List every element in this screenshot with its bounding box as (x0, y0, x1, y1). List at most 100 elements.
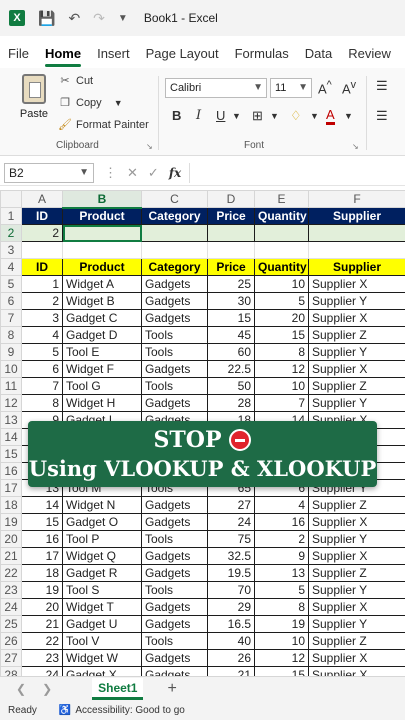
table-cell[interactable]: Supplier Y (308, 394, 405, 412)
tab-file[interactable]: File (0, 40, 37, 68)
table-cell[interactable]: Gadget R (62, 564, 142, 582)
table-cell[interactable]: 20 (21, 598, 63, 616)
table-cell[interactable]: 16 (254, 513, 309, 531)
header-cell[interactable]: Product (62, 258, 142, 276)
table-cell[interactable]: 18 (21, 564, 63, 582)
lookup-cell[interactable] (141, 224, 208, 242)
header-cell[interactable]: Quantity (254, 258, 309, 276)
formula-input[interactable] (189, 162, 405, 183)
row-header[interactable]: 23 (0, 581, 22, 599)
lookup-cell[interactable] (308, 224, 405, 242)
table-cell[interactable]: Widget W (62, 649, 142, 667)
table-cell[interactable]: Supplier Z (308, 632, 405, 650)
table-cell[interactable]: 75 (207, 530, 255, 548)
table-cell[interactable]: Supplier Y (308, 530, 405, 548)
table-cell[interactable]: Widget H (62, 394, 142, 412)
table-cell[interactable]: Tool S (62, 581, 142, 599)
chevron-down-icon[interactable]: ▼ (232, 111, 241, 121)
redo-icon[interactable]: ↷ (93, 10, 105, 27)
table-cell[interactable]: 13 (254, 564, 309, 582)
table-cell[interactable]: 4 (21, 326, 63, 344)
table-cell[interactable]: Widget Q (62, 547, 142, 565)
undo-icon[interactable]: ↶ (68, 10, 80, 27)
table-cell[interactable]: 8 (254, 343, 309, 361)
column-header-f[interactable]: F (308, 190, 405, 208)
column-header-d[interactable]: D (207, 190, 255, 208)
chevron-left-icon[interactable]: ❮ (16, 682, 26, 696)
table-cell[interactable]: Gadgets (141, 615, 208, 633)
tab-insert[interactable]: Insert (89, 40, 138, 68)
table-cell[interactable]: Supplier Y (308, 343, 405, 361)
add-sheet-icon[interactable]: + (167, 680, 176, 698)
tab-review[interactable]: Review (340, 40, 399, 68)
table-cell[interactable]: 8 (21, 394, 63, 412)
header-cell[interactable]: Price (207, 258, 255, 276)
table-cell[interactable]: 19 (254, 615, 309, 633)
header-cell[interactable]: Supplier (308, 258, 405, 276)
table-cell[interactable]: 24 (207, 513, 255, 531)
row-header[interactable]: 3 (0, 241, 22, 259)
header-cell[interactable]: Category (141, 258, 208, 276)
table-cell[interactable]: 3 (21, 309, 63, 327)
cell[interactable] (21, 241, 63, 259)
table-cell[interactable]: 16.5 (207, 615, 255, 633)
table-cell[interactable]: 26 (207, 649, 255, 667)
row-header[interactable]: 11 (0, 377, 22, 395)
table-cell[interactable]: Tools (141, 530, 208, 548)
table-cell[interactable]: 6 (21, 360, 63, 378)
row-header[interactable]: 7 (0, 309, 22, 327)
row-header[interactable]: 6 (0, 292, 22, 310)
name-box[interactable]: B2 ▼ (4, 162, 94, 183)
row-header[interactable]: 2 (0, 224, 22, 242)
table-cell[interactable]: 15 (207, 309, 255, 327)
table-cell[interactable]: 7 (254, 394, 309, 412)
table-cell[interactable]: 32.5 (207, 547, 255, 565)
table-cell[interactable]: 50 (207, 377, 255, 395)
more-icon[interactable]: ⋮ (104, 165, 117, 181)
table-cell[interactable]: 21 (21, 615, 63, 633)
accessibility-status[interactable]: ♿ Accessibility: Good to go (59, 705, 185, 716)
row-header[interactable]: 22 (0, 564, 22, 582)
table-cell[interactable]: 10 (254, 275, 309, 293)
insert-function-icon[interactable]: fx (169, 166, 181, 180)
borders-icon[interactable]: ⊞ (252, 108, 263, 124)
font-launcher-icon[interactable]: ↘ (352, 142, 359, 151)
table-cell[interactable]: Supplier Y (308, 615, 405, 633)
clipboard-launcher-icon[interactable]: ↘ (146, 142, 153, 151)
cell[interactable] (254, 241, 309, 259)
table-cell[interactable]: Gadgets (141, 547, 208, 565)
table-cell[interactable]: 5 (254, 581, 309, 599)
row-header[interactable]: 24 (0, 598, 22, 616)
table-cell[interactable]: Gadget O (62, 513, 142, 531)
align-top-icon[interactable]: ☰ (376, 78, 388, 94)
table-cell[interactable]: Gadgets (141, 309, 208, 327)
chevron-right-icon[interactable]: ❯ (42, 682, 52, 696)
header-cell[interactable]: Product (62, 207, 142, 225)
table-cell[interactable]: Supplier X (308, 309, 405, 327)
table-cell[interactable]: 28 (207, 394, 255, 412)
table-cell[interactable]: 40 (207, 632, 255, 650)
row-header[interactable]: 27 (0, 649, 22, 667)
table-cell[interactable]: Widget T (62, 598, 142, 616)
row-header[interactable]: 13 (0, 411, 22, 429)
chevron-down-icon[interactable]: ▼ (270, 111, 279, 121)
header-cell[interactable]: Price (207, 207, 255, 225)
table-cell[interactable]: Widget F (62, 360, 142, 378)
table-cell[interactable]: Supplier X (308, 275, 405, 293)
enter-icon[interactable]: ✓ (148, 165, 159, 181)
table-cell[interactable]: 9 (254, 547, 309, 565)
lookup-cell[interactable]: 2 (21, 224, 63, 242)
row-header[interactable]: 15 (0, 445, 22, 463)
table-cell[interactable]: Supplier Z (308, 377, 405, 395)
table-cell[interactable]: 10 (254, 632, 309, 650)
row-header[interactable]: 17 (0, 479, 22, 497)
column-header-c[interactable]: C (141, 190, 208, 208)
chevron-down-icon[interactable]: ▼ (344, 111, 353, 121)
copy-button[interactable]: ❐ Copy ▼ (58, 96, 123, 110)
header-cell[interactable]: Quantity (254, 207, 309, 225)
table-cell[interactable]: Tools (141, 343, 208, 361)
table-cell[interactable]: 19 (21, 581, 63, 599)
cut-button[interactable]: ✂ Cut (58, 74, 93, 88)
cell[interactable] (207, 241, 255, 259)
table-cell[interactable]: Gadgets (141, 598, 208, 616)
